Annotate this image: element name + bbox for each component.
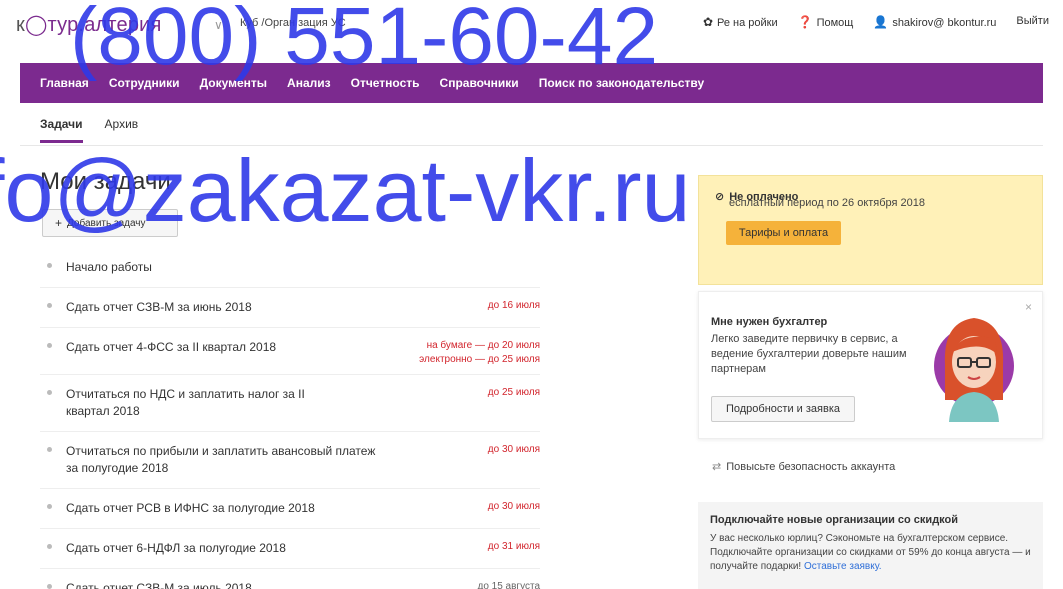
task-item[interactable]: Начало работы [40, 248, 540, 288]
notice-text: есплатный период по 26 октября 2018 [729, 197, 926, 209]
deadline-electronic: электронно — до 25 июля [419, 354, 540, 365]
discount-promo: Подключайте новые организации со скидкой… [698, 502, 1043, 589]
accountant-promo: × Мне нужен бухгалтер Легко заведите пер… [698, 291, 1043, 439]
tab-archive[interactable]: Архив [105, 117, 139, 143]
help-icon: ❓ [797, 15, 813, 29]
bullet-icon [47, 544, 52, 549]
logo-circle-icon: ◯ [24, 14, 48, 36]
close-icon[interactable]: × [1025, 300, 1032, 314]
deadline-paper: на бумаге — до 20 июля [426, 340, 540, 351]
kontur-logo[interactable]: к◯тур.алтерия [16, 12, 162, 37]
bullet-icon [47, 303, 52, 308]
task-deadline: до 30 июля [487, 444, 540, 455]
top-right-links: ✿ Ре на ройки ❓ Помощ 👤 shakirov@ bkontur.r… [703, 15, 1049, 29]
task-name: Отчитаться по прибыли и заплатить авансо… [66, 444, 376, 475]
nav-item-references[interactable]: Справочники [440, 76, 519, 90]
task-name: Сдать отчет РСВ в ИФНС за полугодие 2018 [66, 501, 315, 515]
bullet-icon [47, 390, 52, 395]
task-item[interactable]: Отчитаться по прибыли и заплатить авансо… [40, 432, 540, 489]
task-deadline: до 30 июля [487, 501, 540, 512]
tariffs-payment-button[interactable]: Тарифы и оплата [726, 221, 841, 245]
sub-tabs: Задачи Архив [40, 117, 138, 143]
nav-item-reporting[interactable]: Отчетность [351, 76, 420, 90]
task-name: Сдать отчет 6-НДФЛ за полугодие 2018 [66, 541, 286, 555]
leave-request-link[interactable]: Оставьте заявку. [804, 561, 882, 572]
task-list: Начало работы Сдать отчет СЗВ-М за июнь … [40, 248, 540, 589]
task-item[interactable]: Отчитаться по НДС и заплатить налог за I… [40, 375, 540, 432]
task-item[interactable]: Сдать отчет СЗВ-М за июль 2018 до 15 авг… [40, 569, 540, 589]
settings-link[interactable]: ✿ Ре на ройки [703, 15, 778, 29]
discount-title: Подключайте новые организации со скидкой [710, 514, 959, 526]
logout-link[interactable]: Выйти [1016, 15, 1049, 29]
discount-description: У вас несколько юрлиц? Сэкономьте на бух… [710, 533, 1031, 572]
accountant-avatar-illustration [934, 318, 1014, 422]
nav-item-law-search[interactable]: Поиск по законодательству [539, 76, 704, 90]
page-title: Мои задачи [40, 168, 171, 195]
task-deadline: до 16 июля [487, 300, 540, 311]
task-name: Отчитаться по НДС и заплатить налог за I… [66, 387, 305, 418]
add-task-button[interactable]: + Добавить задачу [42, 209, 178, 237]
task-name: Сдать отчет 4-ФСС за II квартал 2018 [66, 340, 277, 354]
help-link[interactable]: ❓ Помощ [798, 15, 854, 29]
organization-selector[interactable]: Куб /Орган зация УС [240, 17, 346, 29]
main-nav: Главная Сотрудники Документы Анализ Отче… [20, 63, 1043, 103]
warning-icon: ⊘ [715, 191, 725, 203]
task-deadline: до 15 августа [477, 581, 540, 589]
shuffle-icon: ⇄ [712, 461, 722, 473]
task-deadline: на бумаге — до 20 июля электронно — до 2… [419, 339, 540, 367]
task-item[interactable]: Сдать отчет СЗВ-М за июнь 2018 до 16 июл… [40, 288, 540, 328]
nav-item-employees[interactable]: Сотрудники [109, 76, 180, 90]
task-deadline: до 25 июля [487, 387, 540, 398]
divider [20, 145, 1043, 146]
tab-tasks[interactable]: Задачи [40, 117, 83, 143]
product-switcher-chevron-icon[interactable]: ∨ [214, 18, 223, 32]
payment-notice: ⊘ Не оплачено есплатный период по 26 октя… [698, 175, 1043, 285]
task-item[interactable]: Сдать отчет 4-ФСС за II квартал 2018 на … [40, 328, 540, 375]
top-bar: к◯тур.алтерия ∨ Куб /Орган зация УС ✿ Ре … [0, 0, 1063, 48]
user-icon: 👤 [873, 15, 889, 29]
bullet-icon [47, 447, 52, 452]
task-name: Начало работы [66, 260, 152, 274]
bullet-icon [47, 263, 52, 268]
plus-icon: + [55, 216, 63, 230]
user-account-link[interactable]: 👤 shakirov@ bkontur.ru [873, 15, 996, 29]
bullet-icon [47, 504, 52, 509]
bullet-icon [47, 584, 52, 589]
nav-item-home[interactable]: Главная [40, 76, 89, 90]
security-link[interactable]: ⇄ Повысьте безопасность аккаунта [712, 460, 895, 473]
nav-item-analysis[interactable]: Анализ [287, 76, 331, 90]
task-name: Сдать отчет СЗВ-М за июль 2018 [66, 581, 252, 589]
gear-icon: ✿ [702, 15, 714, 29]
task-item[interactable]: Сдать отчет 6-НДФЛ за полугодие 2018 до … [40, 529, 540, 569]
task-name: Сдать отчет СЗВ-М за июнь 2018 [66, 300, 252, 314]
task-item[interactable]: Сдать отчет РСВ в ИФНС за полугодие 2018… [40, 489, 540, 529]
details-request-button[interactable]: Подробности и заявка [711, 396, 855, 422]
promo-title: Мне нужен бухгалтер [711, 316, 828, 328]
task-deadline: до 31 июля [487, 541, 540, 552]
bullet-icon [47, 343, 52, 348]
nav-item-documents[interactable]: Документы [200, 76, 267, 90]
promo-description: Легко заведите первичку в сервис, а веде… [711, 333, 907, 375]
